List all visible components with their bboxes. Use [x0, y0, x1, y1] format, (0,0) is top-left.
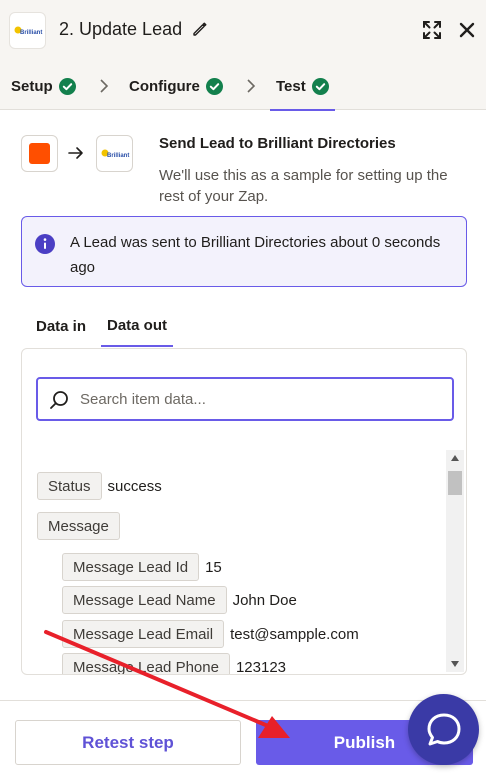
data-row: Message Lead Phone 123123 — [62, 652, 287, 675]
expand-icon[interactable] — [421, 19, 443, 46]
pencil-icon[interactable] — [192, 21, 208, 42]
data-key[interactable]: Message — [37, 512, 120, 540]
data-row: Message Lead Id 15 — [62, 552, 222, 582]
tab-setup[interactable]: Setup — [11, 62, 76, 110]
check-circle-icon — [311, 77, 329, 95]
step-tabs: Setup Configure Test — [0, 62, 486, 111]
data-value: test@sampple.com — [230, 625, 359, 643]
chat-support-button[interactable] — [408, 694, 479, 765]
data-out-panel: Status success Message Message Lead Id 1… — [21, 348, 467, 675]
summary-title: Send Lead to Brilliant Directories — [159, 135, 396, 152]
data-value: success — [107, 477, 162, 495]
data-key[interactable]: Status — [37, 472, 102, 500]
data-row: Message — [37, 511, 120, 541]
brilliant-directories-logo: Brilliant — [9, 12, 46, 49]
data-key[interactable]: Message Lead Name — [62, 586, 227, 614]
scroll-down-icon[interactable] — [450, 660, 460, 668]
step-title[interactable]: 2. Update Lead — [59, 19, 182, 40]
data-key[interactable]: Message Lead Id — [62, 553, 200, 581]
tab-test[interactable]: Test — [270, 62, 335, 111]
data-key[interactable]: Message Lead Phone — [62, 653, 230, 674]
zapier-app-icon — [21, 135, 58, 172]
chevron-right-icon — [100, 79, 109, 93]
data-row: Message Lead Email test@sampple.com — [62, 619, 359, 649]
data-row: Status success — [37, 471, 162, 501]
check-circle-icon — [205, 77, 223, 95]
close-icon[interactable] — [458, 21, 476, 44]
info-alert: A Lead was sent to Brilliant Directories… — [21, 216, 467, 287]
retest-step-button[interactable]: Retest step — [15, 720, 241, 765]
brilliant-directories-app-icon: Brilliant — [96, 135, 133, 172]
tab-label: Configure — [129, 77, 200, 95]
info-icon — [35, 234, 55, 254]
data-value: 123123 — [235, 658, 287, 675]
svg-text:Brilliant: Brilliant — [107, 153, 129, 159]
scroll-up-icon[interactable] — [450, 454, 460, 462]
chevron-right-icon — [247, 79, 256, 93]
data-key[interactable]: Message Lead Email — [62, 620, 225, 648]
chat-bubble-icon — [427, 713, 460, 745]
tab-data-in[interactable]: Data in — [36, 306, 86, 347]
tab-data-out[interactable]: Data out — [101, 306, 173, 347]
scrollbar-thumb[interactable] — [448, 471, 462, 495]
tab-label: Setup — [11, 77, 53, 95]
data-value: John Doe — [232, 591, 297, 609]
summary-description: We'll use this as a sample for setting u… — [159, 167, 448, 205]
step-header: Brilliant 2. Update Lead — [0, 0, 486, 62]
svg-text:Brilliant: Brilliant — [20, 30, 42, 36]
arrow-right-icon — [68, 147, 83, 159]
alert-message: A Lead was sent to Brilliant Directories… — [70, 234, 441, 276]
data-value: 15 — [205, 558, 222, 576]
search-input[interactable] — [80, 379, 440, 419]
search-field[interactable] — [36, 377, 454, 421]
data-row: Message Lead Name John Doe — [62, 585, 297, 615]
search-icon — [50, 391, 68, 409]
tab-configure[interactable]: Configure — [129, 62, 223, 110]
check-circle-icon — [58, 77, 76, 95]
scrollbar[interactable] — [446, 450, 464, 672]
tab-label: Test — [276, 77, 306, 95]
